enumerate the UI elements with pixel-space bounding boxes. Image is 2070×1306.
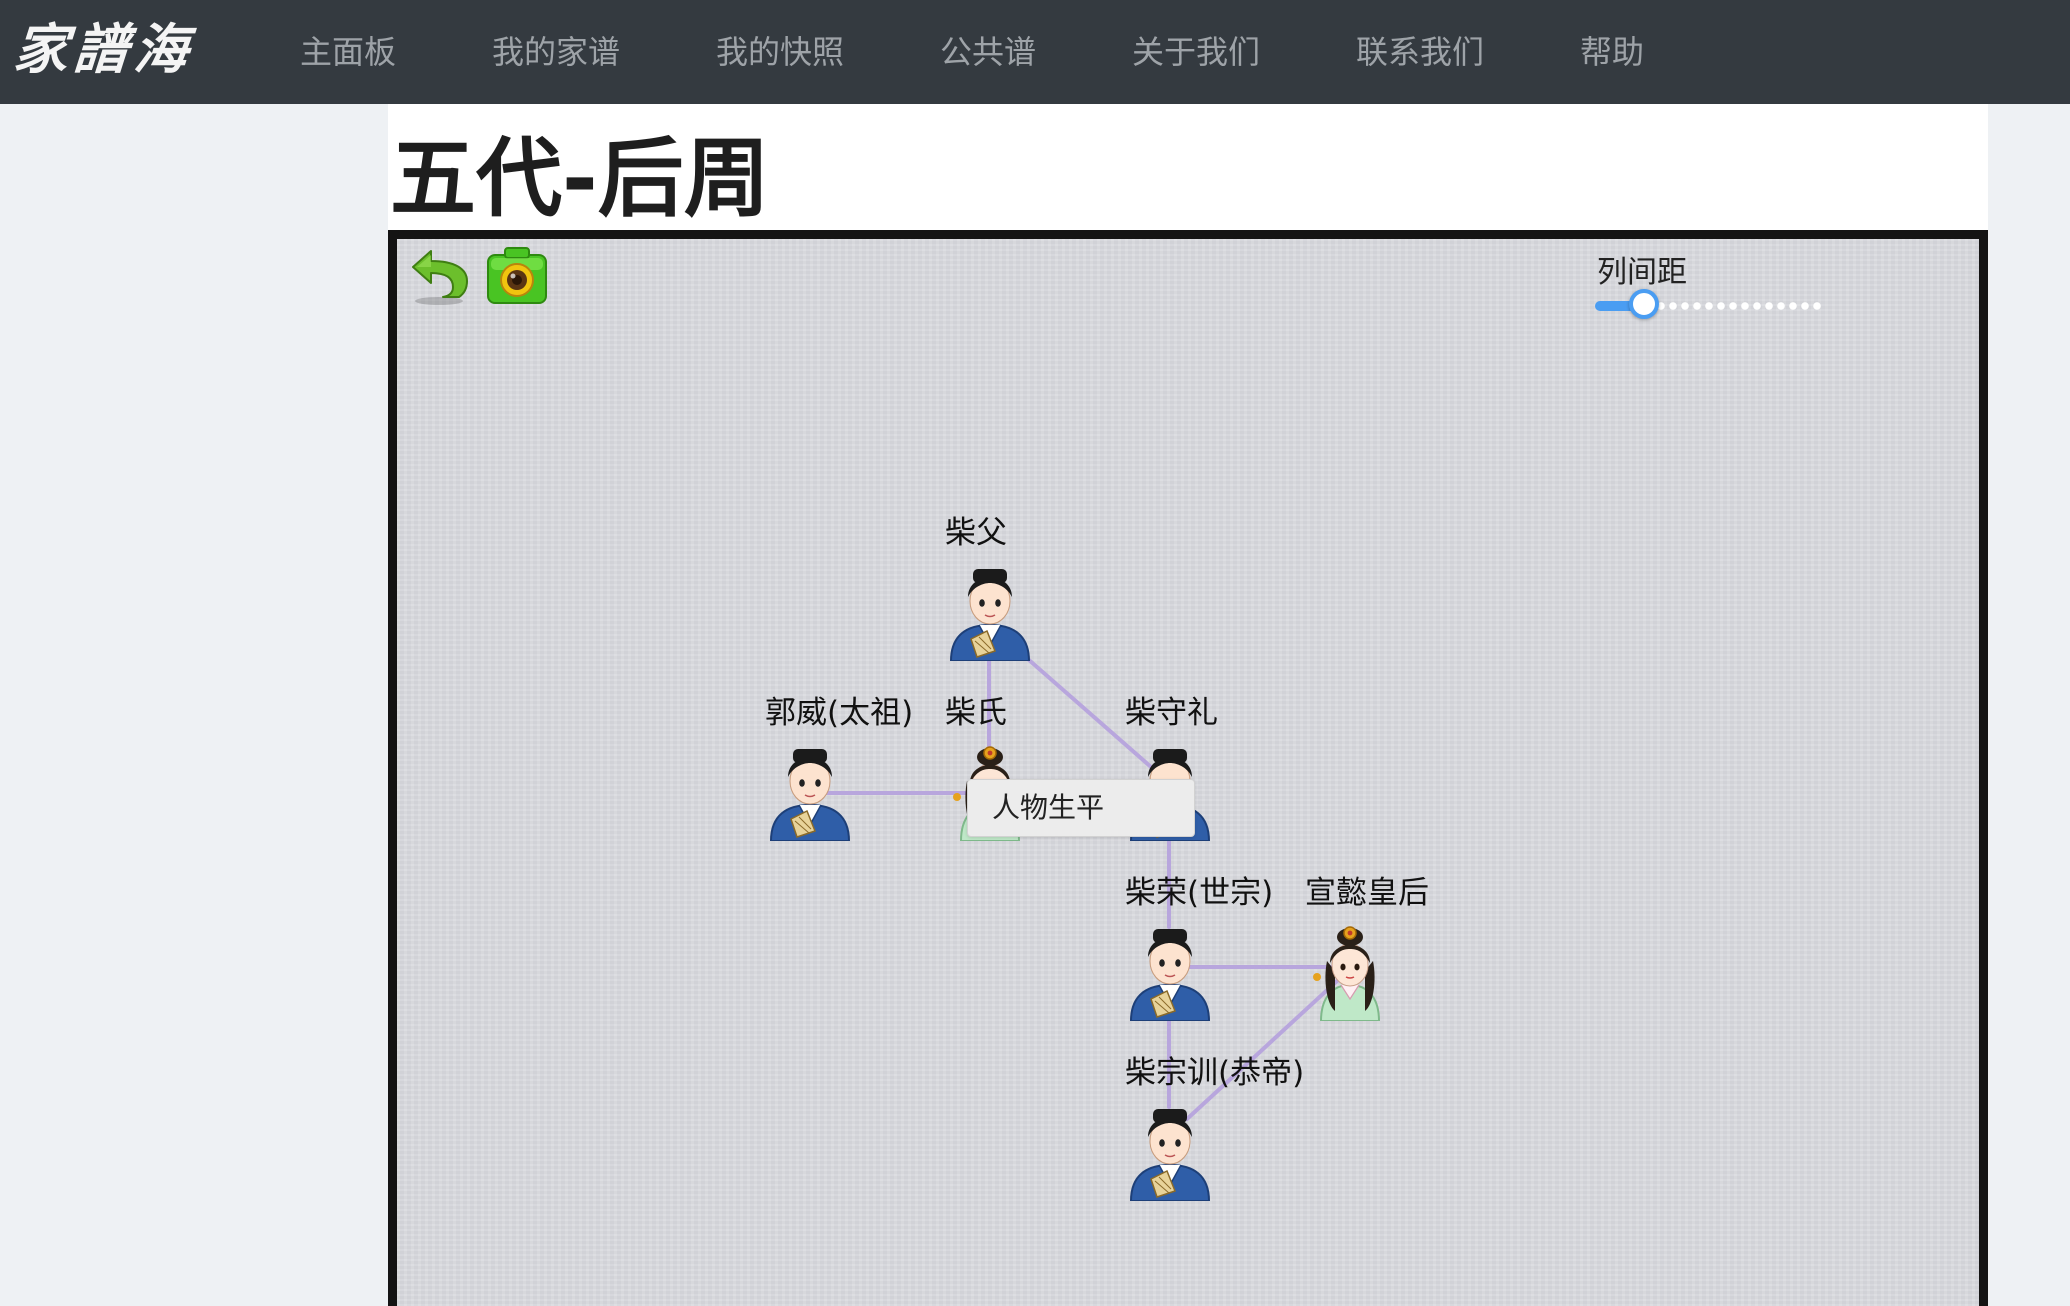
nav-item-my-snapshots[interactable]: 我的快照 bbox=[716, 26, 844, 78]
person-name: 柴氏 bbox=[945, 695, 1007, 731]
site-logo[interactable]: 家譜海 bbox=[12, 14, 197, 84]
family-tree-canvas[interactable]: 列间距 柴父 郭威(太祖) 柴氏 柴守礼 柴荣(世宗) 宣懿皇后 柴宗训(恭帝)… bbox=[388, 230, 1988, 1306]
person-name: 宣懿皇后 bbox=[1305, 875, 1429, 911]
nav-item-help[interactable]: 帮助 bbox=[1580, 26, 1644, 78]
nav-item-my-genealogy[interactable]: 我的家谱 bbox=[492, 26, 620, 78]
person-name: 郭威(太祖) bbox=[765, 695, 914, 731]
page-title: 五代-后周 bbox=[390, 129, 770, 229]
person-node[interactable]: 柴父 bbox=[945, 515, 1035, 661]
nav-item-public-genealogy[interactable]: 公共谱 bbox=[940, 26, 1036, 78]
person-node[interactable]: 柴宗训(恭帝) bbox=[1125, 1055, 1304, 1201]
person-node[interactable]: 柴荣(世宗) bbox=[1125, 875, 1273, 1021]
person-name: 柴守礼 bbox=[1125, 695, 1218, 731]
person-node[interactable]: 宣懿皇后 bbox=[1305, 875, 1429, 1021]
nav-item-dashboard[interactable]: 主面板 bbox=[300, 26, 396, 78]
main-panel: 五代-后周 列间距 柴父 郭威(太祖) 柴氏 柴守礼 柴荣(世宗) 宣懿皇后 柴… bbox=[388, 104, 1988, 1306]
person-context-menu: 人物生平 bbox=[967, 779, 1195, 837]
person-name: 柴宗训(恭帝) bbox=[1125, 1055, 1305, 1091]
person-name: 柴荣(世宗) bbox=[1125, 875, 1274, 911]
person-node[interactable]: 郭威(太祖) bbox=[765, 695, 913, 841]
menu-item-biography[interactable]: 人物生平 bbox=[992, 790, 1104, 826]
nav-item-contact-us[interactable]: 联系我们 bbox=[1356, 26, 1484, 78]
top-navbar: 家譜海 主面板 我的家谱 我的快照 公共谱 关于我们 联系我们 帮助 bbox=[0, 0, 2070, 104]
person-name: 柴父 bbox=[945, 515, 1007, 551]
nav-item-about-us[interactable]: 关于我们 bbox=[1132, 26, 1260, 78]
